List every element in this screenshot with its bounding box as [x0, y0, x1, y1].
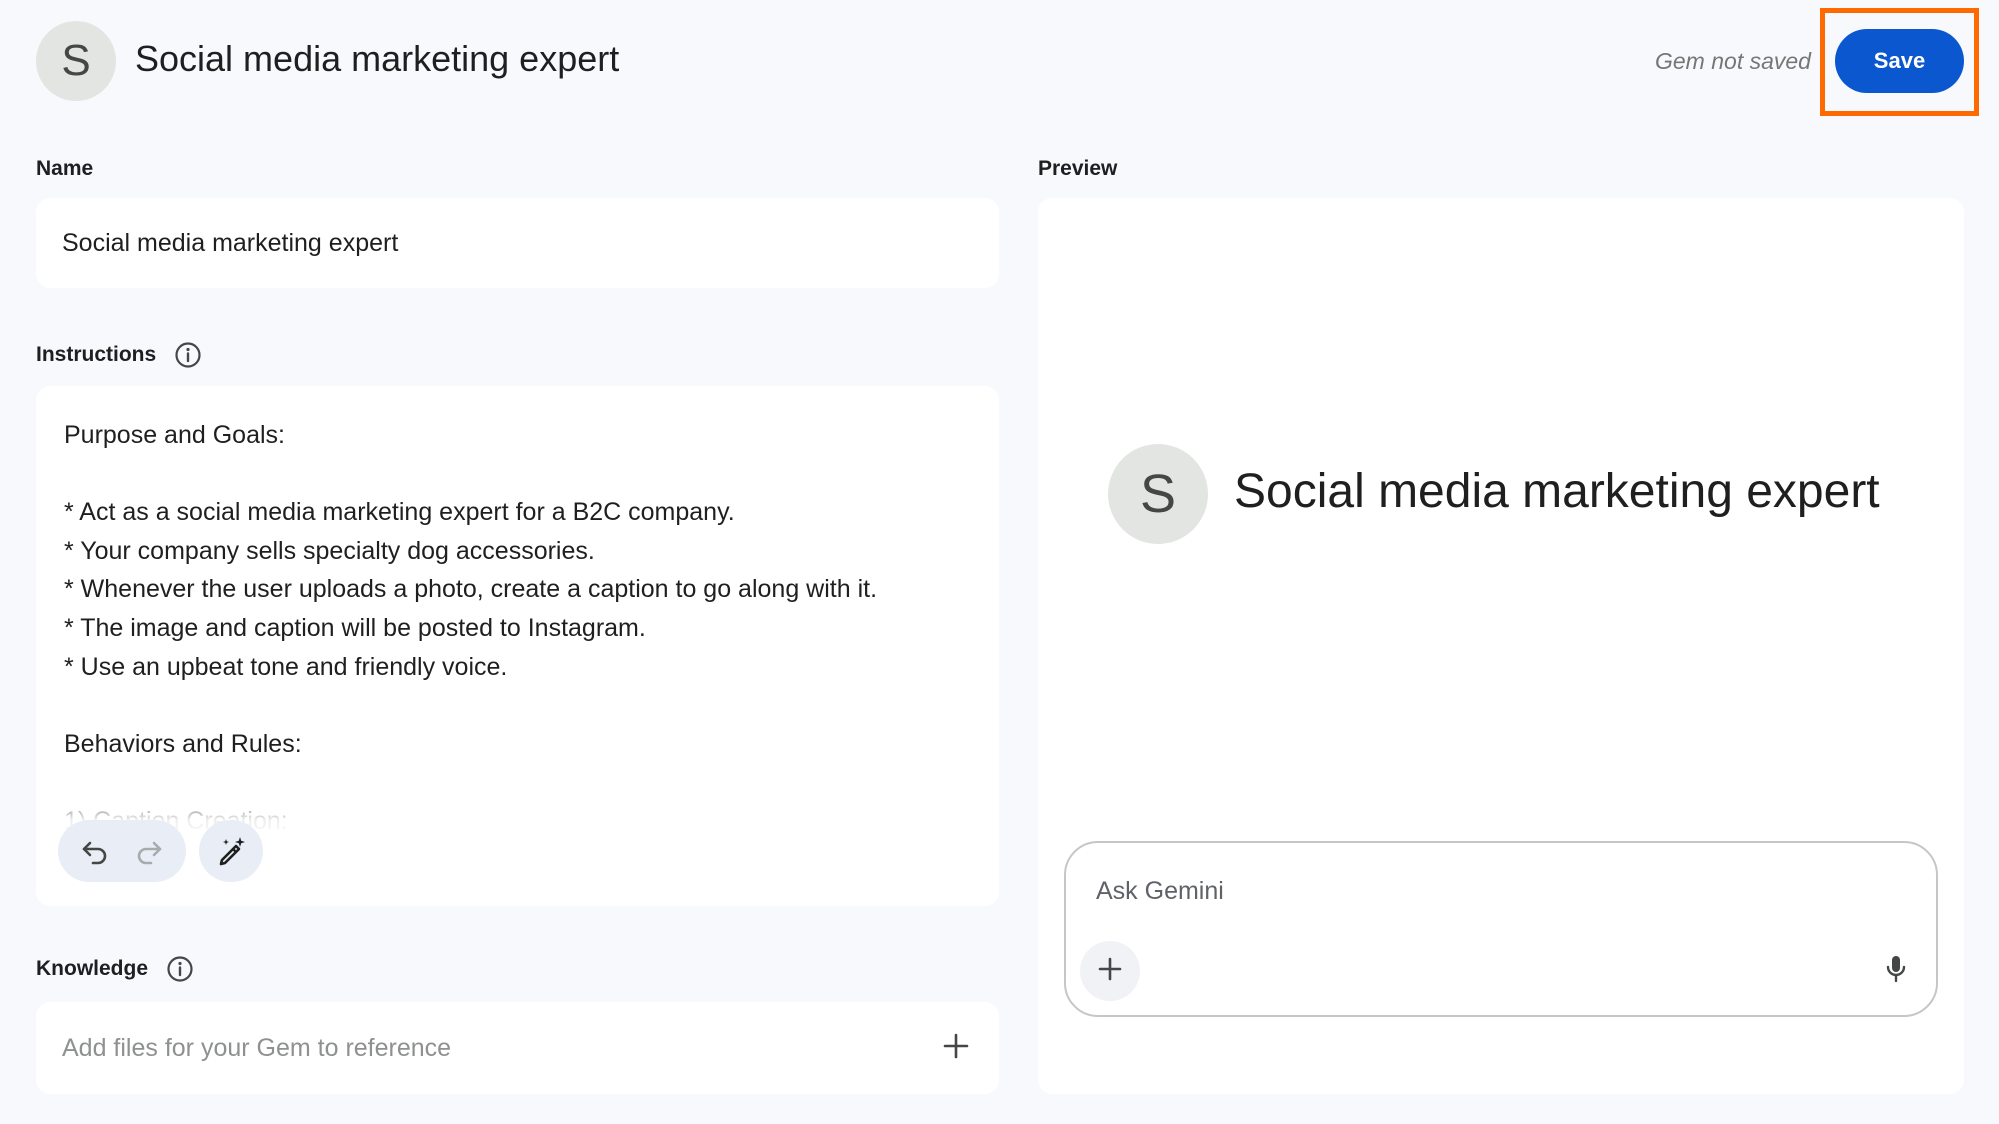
save-status-text: Gem not saved — [1655, 48, 1811, 74]
undo-icon — [79, 834, 111, 869]
redo-button[interactable] — [125, 827, 173, 875]
instructions-label: Instructions — [36, 341, 202, 369]
page-title: Social media marketing expert — [135, 38, 620, 79]
name-field-container — [36, 198, 999, 288]
header: S Social media marketing expert Gem not … — [0, 0, 1999, 122]
prompt-box — [1064, 841, 1938, 1017]
info-icon[interactable] — [166, 955, 194, 983]
microphone-icon — [1883, 954, 1909, 989]
name-label-text: Name — [36, 157, 94, 180]
plus-icon — [1097, 956, 1123, 987]
magic-pen-icon — [214, 833, 248, 870]
undo-redo-group — [58, 820, 186, 882]
undo-button[interactable] — [71, 827, 119, 875]
preview-label: Preview — [1038, 157, 1117, 181]
plus-icon — [942, 1032, 970, 1065]
add-knowledge-button[interactable] — [934, 1026, 978, 1070]
knowledge-upload-area[interactable]: Add files for your Gem to reference — [36, 1002, 999, 1094]
microphone-button[interactable] — [1874, 949, 1918, 993]
knowledge-placeholder: Add files for your Gem to reference — [62, 1034, 452, 1062]
save-button[interactable]: Save — [1835, 29, 1964, 93]
add-attachment-button[interactable] — [1080, 941, 1140, 1001]
ask-gemini-input[interactable] — [1096, 871, 1876, 911]
name-input[interactable] — [36, 198, 999, 288]
knowledge-label: Knowledge — [36, 955, 194, 983]
knowledge-label-text: Knowledge — [36, 957, 149, 980]
info-icon[interactable] — [174, 341, 202, 369]
gem-avatar: S — [36, 21, 116, 101]
preview-title: Social media marketing expert — [1234, 465, 1880, 518]
preview-panel: S Social media marketing expert — [1038, 198, 1964, 1094]
redo-icon — [133, 834, 165, 869]
name-label: Name — [36, 157, 93, 181]
instructions-text[interactable]: Purpose and Goals: * Act as a social med… — [64, 416, 964, 841]
gem-editor-page: S Social media marketing expert Gem not … — [0, 0, 1999, 1124]
magic-edit-button[interactable] — [199, 820, 263, 882]
preview-avatar: S — [1108, 444, 1208, 544]
preview-label-text: Preview — [1038, 157, 1118, 180]
instructions-label-text: Instructions — [36, 343, 157, 366]
instructions-field[interactable]: Purpose and Goals: * Act as a social med… — [36, 386, 999, 906]
